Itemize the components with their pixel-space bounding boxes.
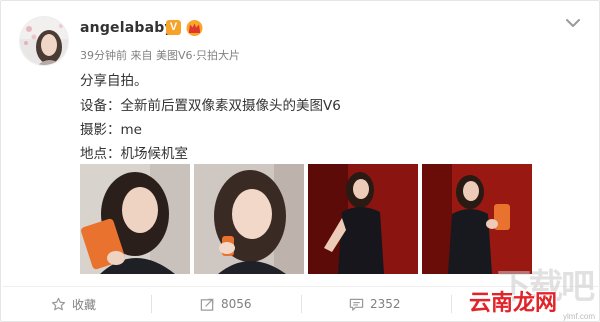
post-source[interactable]: 来自 美图V6·只拍大片 [131,49,241,62]
action-separator [301,295,302,313]
site-watermark: 下载吧 云南龙网 ylmf.com [463,259,599,321]
post-time[interactable]: 39分钟前 [80,49,127,62]
repost-button[interactable]: 8056 [200,293,252,315]
repost-icon [200,298,214,311]
comment-count: 2352 [370,297,401,311]
watermark-text: 云南龙网 [469,291,558,316]
watermark-url: ylmf.com [563,312,595,321]
verified-badge: V [166,20,181,35]
post-text-line: 地点：机场候机室 [80,146,188,162]
repost-count: 8056 [221,297,252,311]
photo-thumbnail[interactable] [194,164,304,274]
username[interactable]: angelababy [80,20,174,36]
post-meta: 39分钟前 来自 美图V6·只拍大片 [80,47,240,63]
avatar[interactable] [19,16,69,66]
star-icon [51,297,66,310]
photo-thumbnail[interactable] [80,164,190,274]
crown-icon [186,20,203,36]
post-text-line: 分享自拍。 [80,73,148,89]
chevron-down-icon[interactable] [564,16,582,30]
post-text-line: 摄影：me [80,122,142,138]
favorite-button[interactable]: 收藏 [51,293,96,315]
action-separator [151,295,152,313]
post-text-line: 设备：全新前后置双像素双摄像头的美图V6 [80,98,341,114]
comment-button[interactable]: 2352 [349,293,401,315]
comment-icon [349,298,364,311]
action-separator [451,295,452,313]
photo-thumbnail[interactable] [308,164,418,274]
favorite-label: 收藏 [72,297,97,312]
photo-thumbnail[interactable] [422,164,532,274]
weibo-post-card: angelababy V 39分钟前 来自 美图V6·只拍大片 分享自拍。 设备… [0,0,600,322]
